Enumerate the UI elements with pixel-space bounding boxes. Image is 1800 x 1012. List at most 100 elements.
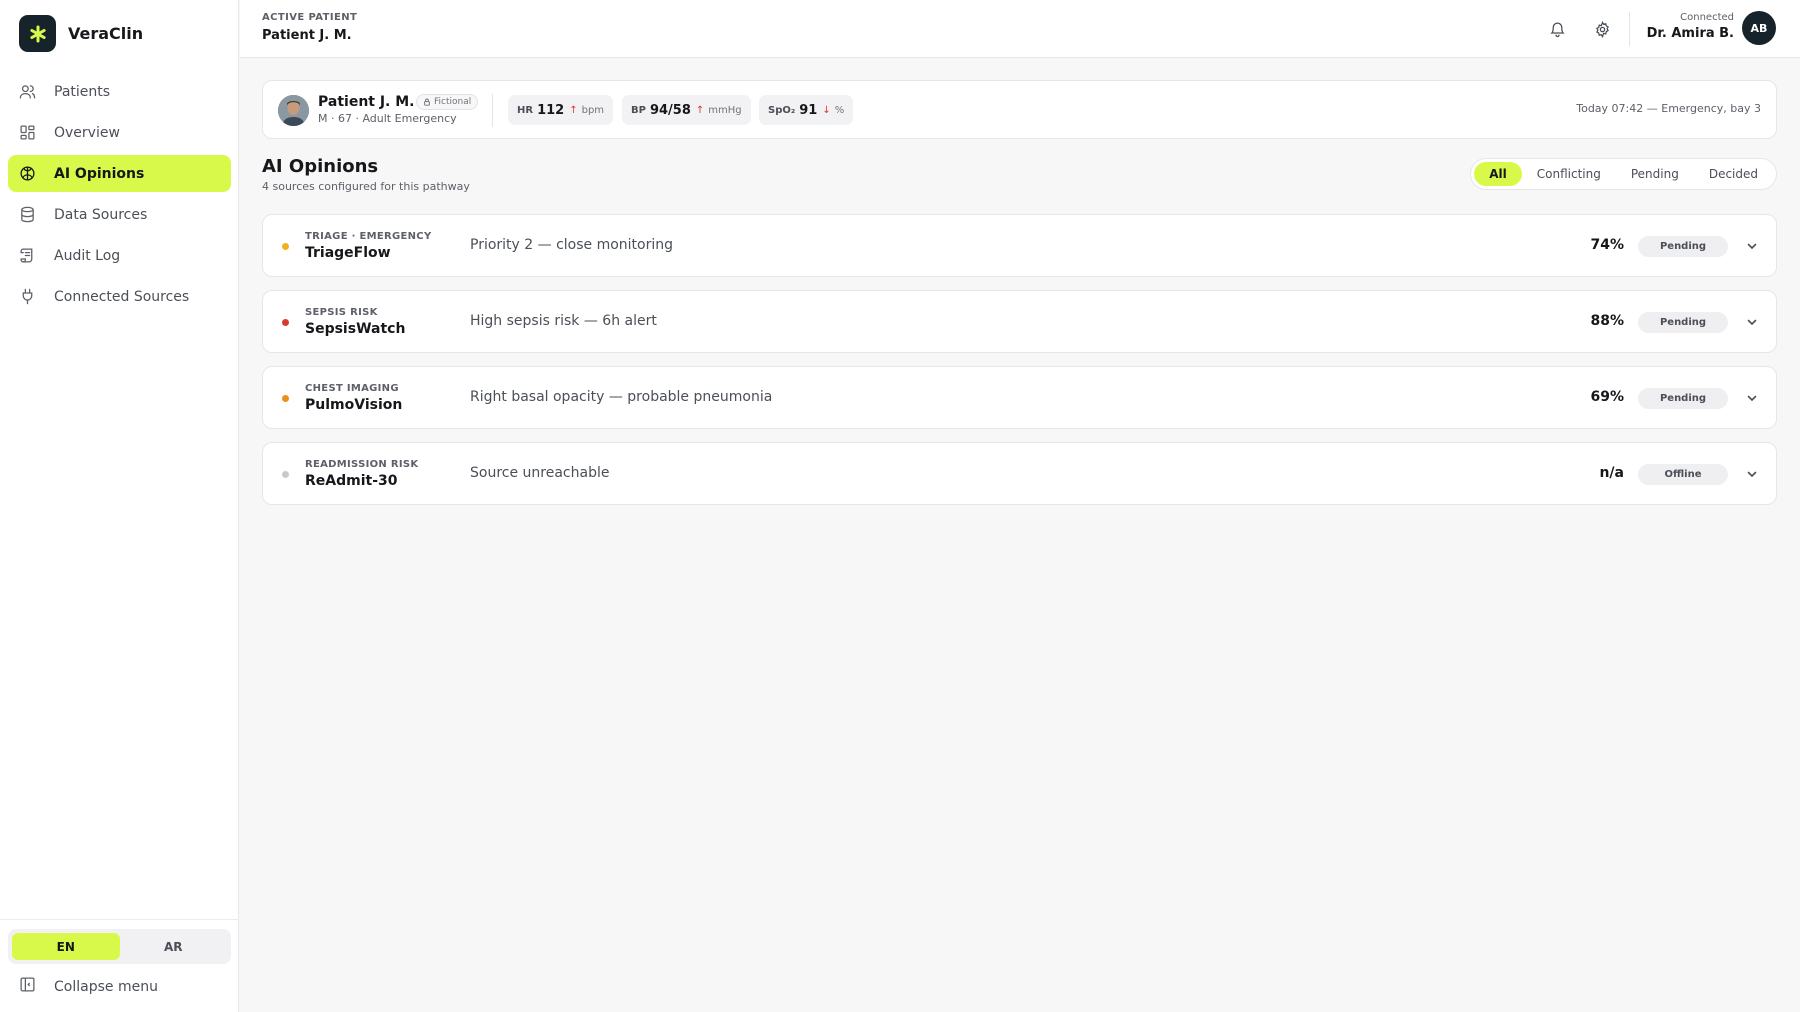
chevron-down-icon[interactable]: [1744, 390, 1760, 406]
sidebar-item-data-sources[interactable]: Data Sources: [8, 196, 231, 233]
sidebar-item-label: AI Opinions: [54, 165, 145, 182]
language-ar-button[interactable]: AR: [120, 933, 228, 960]
avatar[interactable]: AB: [1742, 11, 1776, 45]
status-dot: [282, 243, 289, 250]
tab-conflicting[interactable]: Conflicting: [1522, 162, 1616, 186]
tab-all[interactable]: All: [1474, 162, 1522, 186]
tab-pending[interactable]: Pending: [1616, 162, 1694, 186]
asterisk-icon: [19, 15, 56, 52]
chevron-down-icon[interactable]: [1744, 238, 1760, 254]
trend-down-icon: ↓: [822, 104, 831, 116]
sidebar-item-label: Connected Sources: [54, 288, 190, 305]
opinion-card-triageflow[interactable]: TRIAGE · EMERGENCY TriageFlow Priority 2…: [262, 214, 1777, 277]
encounter-context: Today 07:42 — Emergency, bay 3: [1576, 102, 1761, 115]
patient-avatar: [278, 95, 309, 126]
opinion-source-name: SepsisWatch: [305, 321, 406, 337]
patient-meta: M · 67 · Adult Emergency: [318, 112, 457, 125]
opinion-category: SEPSIS RISK: [305, 307, 378, 318]
brain-icon: [19, 165, 36, 182]
opinion-source-name: TriageFlow: [305, 245, 391, 261]
sidebar-item-label: Audit Log: [54, 247, 121, 264]
brand[interactable]: VeraClin: [19, 15, 143, 52]
vital-unit: %: [834, 104, 845, 116]
vital-label: BP: [631, 104, 646, 116]
sidebar-item-label: Data Sources: [54, 206, 148, 223]
fictional-badge: Fictional: [416, 94, 479, 110]
page-subtitle: 4 sources configured for this pathway: [262, 180, 470, 193]
vital-bp: BP 94/58 ↑ mmHg: [622, 95, 751, 125]
collapse-menu-button[interactable]: Collapse menu: [19, 976, 158, 997]
vital-unit: bpm: [581, 104, 605, 116]
chevron-down-icon[interactable]: [1744, 314, 1760, 330]
users-icon: [19, 83, 36, 100]
vital-value: 94/58: [649, 102, 691, 118]
bell-icon[interactable]: [1545, 17, 1569, 41]
connection-status: Connected: [1680, 12, 1734, 23]
vital-spo2: SpO₂ 91 ↓ %: [759, 95, 854, 125]
status-badge: Pending: [1638, 236, 1728, 257]
status-dot: [282, 395, 289, 402]
opinion-card-sepsiswatch[interactable]: SEPSIS RISK SepsisWatch High sepsis risk…: [262, 290, 1777, 353]
opinion-summary: Right basal opacity — probable pneumonia: [470, 389, 773, 405]
header-divider: [1629, 12, 1630, 46]
opinion-confidence: 74%: [1590, 237, 1624, 253]
lock-icon: [424, 98, 430, 106]
language-en-button[interactable]: EN: [12, 933, 120, 960]
vital-label: HR: [517, 104, 534, 116]
opinion-card-readmit-30[interactable]: READMISSION RISK ReAdmit-30 Source unrea…: [262, 442, 1777, 505]
language-toggle: EN AR: [8, 929, 231, 964]
trend-up-icon: ↑: [695, 104, 705, 116]
trend-up-icon: ↑: [569, 104, 578, 116]
opinion-source-name: ReAdmit-30: [305, 473, 398, 489]
status-dot: [282, 471, 289, 478]
opinion-summary: Priority 2 — close monitoring: [470, 237, 674, 253]
status-badge: Offline: [1638, 464, 1728, 485]
patient-divider: [492, 94, 493, 127]
sidebar: VeraClin Patients Overview AI Opinions D…: [0, 0, 239, 1012]
sidebar-item-label: Overview: [54, 124, 120, 141]
sidebar-item-label: Patients: [54, 83, 111, 100]
patient-summary-bar: Patient J. M. Fictional M · 67 · Adult E…: [262, 80, 1777, 139]
dashboard-icon: [19, 124, 36, 141]
opinion-source-name: PulmoVision: [305, 397, 403, 413]
patient-name: Patient J. M.: [318, 94, 415, 110]
vital-unit: mmHg: [708, 104, 742, 116]
active-patient-name: Patient J. M.: [262, 28, 352, 43]
gear-icon[interactable]: [1590, 17, 1614, 41]
vital-value: 112: [537, 102, 565, 118]
collapse-menu-label: Collapse menu: [54, 978, 158, 995]
opinion-category: CHEST IMAGING: [305, 383, 399, 394]
filter-tabs: All Conflicting Pending Decided: [1470, 158, 1777, 190]
sidebar-item-patients[interactable]: Patients: [8, 73, 231, 110]
sidebar-collapse-icon: [19, 976, 36, 997]
chevron-down-icon[interactable]: [1744, 466, 1760, 482]
sidebar-item-ai-opinions[interactable]: AI Opinions: [8, 155, 231, 192]
brand-name: VeraClin: [68, 24, 144, 43]
vital-hr: HR 112 ↑ bpm: [508, 95, 614, 125]
sidebar-item-audit-log[interactable]: Audit Log: [8, 237, 231, 274]
user-name: Dr. Amira B.: [1646, 26, 1734, 41]
database-icon: [19, 206, 36, 223]
opinion-category: READMISSION RISK: [305, 459, 419, 470]
scroll-icon: [19, 247, 36, 264]
status-dot: [282, 319, 289, 326]
opinion-confidence: 69%: [1590, 389, 1624, 405]
fictional-badge-label: Fictional: [434, 97, 472, 107]
sidebar-item-overview[interactable]: Overview: [8, 114, 231, 151]
opinion-card-pulmovision[interactable]: CHEST IMAGING PulmoVision Right basal op…: [262, 366, 1777, 429]
status-badge: Pending: [1638, 312, 1728, 333]
vital-label: SpO₂: [768, 104, 796, 116]
opinion-category: TRIAGE · EMERGENCY: [305, 231, 432, 242]
plug-icon: [19, 288, 36, 305]
sidebar-item-connected-sources[interactable]: Connected Sources: [8, 278, 231, 315]
page-title: AI Opinions: [262, 156, 379, 177]
sidebar-nav: Patients Overview AI Opinions Data Sourc…: [8, 73, 231, 319]
opinion-confidence: n/a: [1599, 465, 1624, 481]
vital-value: 91: [799, 102, 818, 118]
opinion-confidence: 88%: [1590, 313, 1624, 329]
tab-decided[interactable]: Decided: [1694, 162, 1773, 186]
sidebar-footer: EN AR Collapse menu: [0, 919, 239, 1012]
top-header: ACTIVE PATIENT Patient J. M. Connected D…: [240, 0, 1800, 58]
status-badge: Pending: [1638, 388, 1728, 409]
opinion-summary: Source unreachable: [470, 465, 610, 481]
